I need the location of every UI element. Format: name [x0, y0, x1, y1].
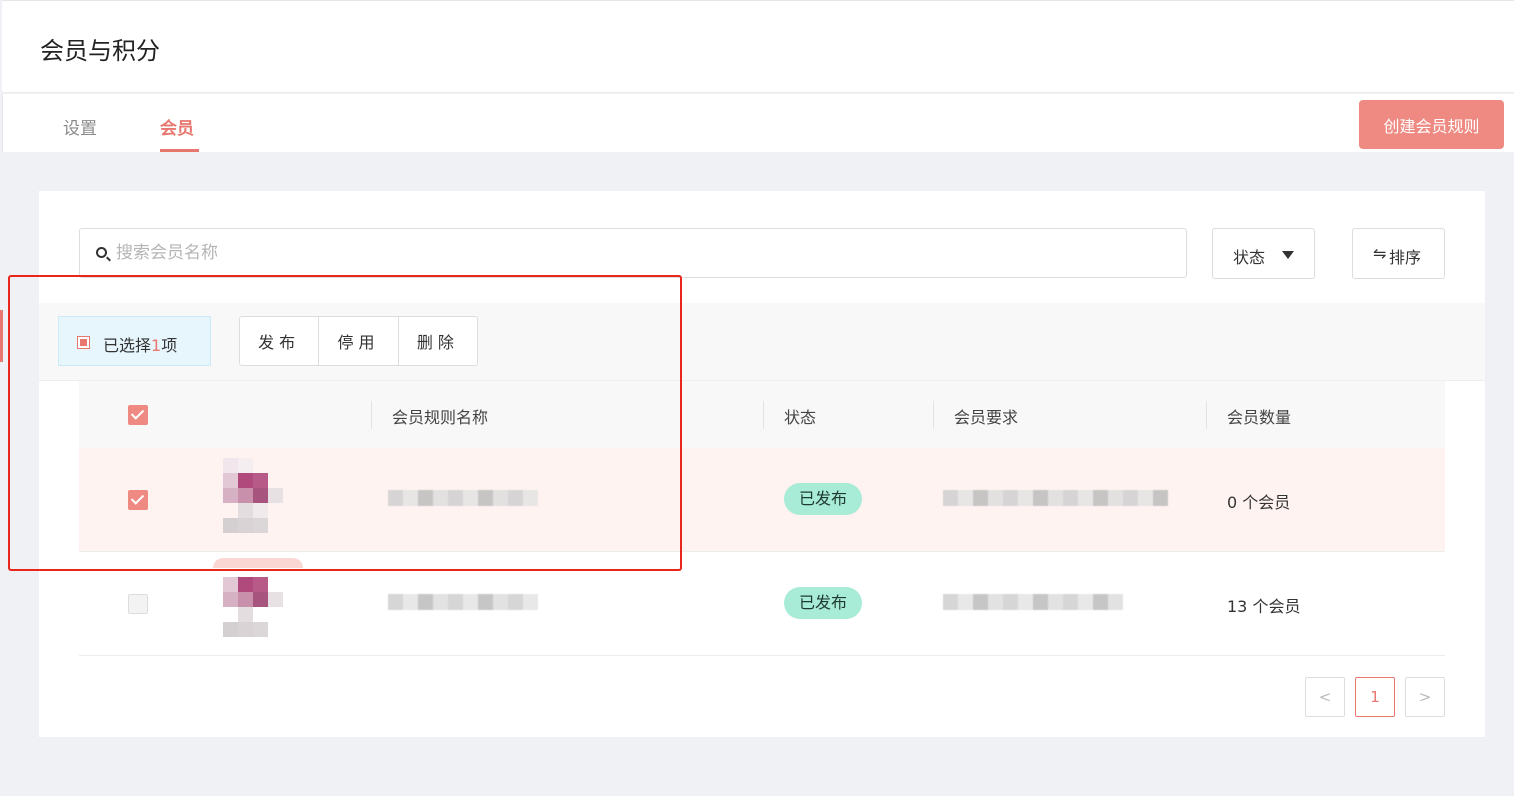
- tab-settings[interactable]: 设置: [63, 114, 97, 139]
- column-divider: [763, 401, 764, 429]
- status-filter-dropdown[interactable]: 状态: [1212, 228, 1315, 279]
- status-badge: 已发布: [784, 587, 862, 619]
- status-filter-label: 状态: [1233, 248, 1266, 267]
- row-checkbox[interactable]: [128, 594, 148, 614]
- selection-suffix: 项: [161, 336, 178, 355]
- selection-prefix: 已选择: [103, 336, 152, 355]
- rule-thumbnail: [213, 558, 303, 642]
- table-row[interactable]: 已发布 13 个会员: [79, 552, 1445, 656]
- member-rules-card: 状态 ⇋ 排序 已选择1项 发布 停用 删除 会员规则名称 状态 会员要求 会员…: [39, 191, 1485, 737]
- search-input[interactable]: [116, 239, 1166, 267]
- page-header: 会员与积分: [2, 0, 1514, 93]
- create-member-rule-button[interactable]: 创建会员规则: [1359, 100, 1504, 149]
- bulk-action-bar: 已选择1项 发布 停用 删除: [39, 303, 1485, 381]
- member-count: 0 个会员: [1227, 493, 1291, 512]
- caret-down-icon: [1282, 251, 1294, 259]
- selection-count-text: 已选择1项: [103, 332, 177, 356]
- page-title: 会员与积分: [40, 37, 160, 65]
- rule-name-redacted: [388, 594, 538, 610]
- delete-button[interactable]: 删除: [397, 317, 477, 365]
- selection-count: 1: [151, 336, 162, 355]
- tabs-bar: 设置 会员 创建会员规则: [2, 94, 1514, 152]
- requirement-redacted: [943, 594, 1123, 610]
- table-header: 会员规则名称 状态 会员要求 会员数量: [79, 381, 1445, 448]
- requirement-redacted: [943, 490, 1168, 506]
- column-divider: [1206, 401, 1207, 429]
- column-requirement: 会员要求: [954, 408, 1019, 427]
- row-checkbox[interactable]: [128, 490, 148, 510]
- column-status: 状态: [784, 408, 817, 427]
- column-divider: [933, 401, 934, 429]
- rule-name-redacted: [388, 490, 538, 506]
- search-box[interactable]: [79, 228, 1187, 278]
- tab-members[interactable]: 会员: [160, 114, 194, 139]
- status-badge: 已发布: [784, 483, 862, 515]
- rule-thumbnail: [223, 458, 283, 538]
- next-page-button[interactable]: >: [1405, 677, 1445, 717]
- active-tab-indicator: [160, 149, 199, 152]
- sort-button[interactable]: ⇋ 排序: [1352, 228, 1445, 279]
- column-rule-name: 会员规则名称: [392, 408, 489, 427]
- selection-summary: 已选择1项: [58, 316, 211, 366]
- bulk-button-group: 发布 停用 删除: [239, 316, 478, 366]
- table-row[interactable]: 已发布 0 个会员: [79, 448, 1445, 552]
- prev-page-button[interactable]: <: [1305, 677, 1345, 717]
- search-icon: [96, 247, 107, 258]
- sidebar-edge-indicator: [0, 310, 3, 362]
- member-count: 13 个会员: [1227, 597, 1301, 616]
- publish-button[interactable]: 发布: [240, 317, 318, 365]
- page-number-button[interactable]: 1: [1355, 677, 1395, 717]
- column-divider: [371, 401, 372, 429]
- column-member-count: 会员数量: [1227, 408, 1292, 427]
- select-all-checkbox[interactable]: [128, 405, 148, 425]
- sort-icon: ⇋: [1373, 244, 1387, 263]
- partial-select-checkbox[interactable]: [77, 336, 90, 349]
- sort-label: 排序: [1389, 248, 1422, 267]
- disable-button[interactable]: 停用: [318, 317, 397, 365]
